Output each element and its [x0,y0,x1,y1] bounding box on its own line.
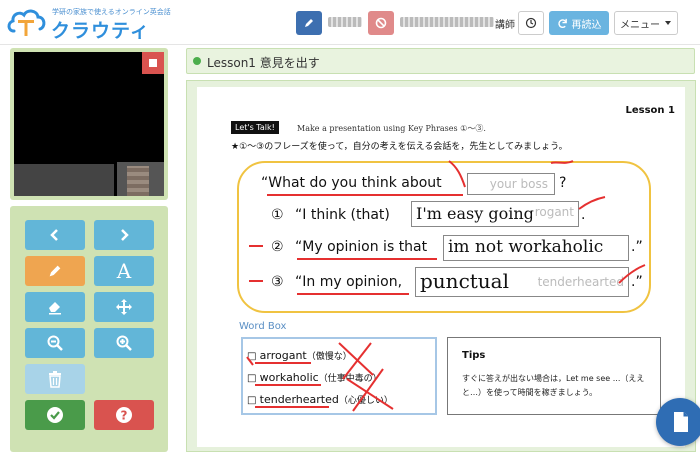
chevron-left-icon [50,229,58,241]
instruction-japanese: ★①〜③のフレーズを使って，自分の考えを伝える会話を，先生としてみましょう。 [231,142,568,152]
phrase-2-prefix: “My opinion is that [295,239,428,255]
teacher-name-blurred [400,17,494,27]
self-video-thumbnail [117,162,164,196]
clock-icon [525,17,537,29]
phrase-1-handwritten: I'm easy going [416,204,534,223]
red-mark [249,245,263,247]
zoom-out-button[interactable] [25,328,85,358]
trash-icon [49,371,61,388]
logo-name: クラウティ [51,20,150,42]
phrase-2-answer-box[interactable]: im not workaholic [443,235,629,261]
phrase-1-num: ① [271,207,284,223]
app-logo: 学研の家族で使えるオンライン英会話 クラウティ [6,5,206,42]
svg-text:?: ? [121,409,128,423]
reload-button[interactable]: 再読込 [549,11,609,35]
next-page-button[interactable] [94,220,154,250]
top-header: 学研の家族で使えるオンライン英会話 クラウティ 講師 再読込 メニュー [0,0,700,45]
phrase-2-suffix: .” [631,239,643,255]
video-panel [10,48,168,200]
lesson-number: Lesson 1 [625,105,676,116]
eraser-icon [49,302,61,315]
document-fab-button[interactable] [656,398,700,446]
cloud-logo-icon [7,9,46,36]
reload-label: 再読込 [571,19,602,31]
stop-video-button[interactable] [142,52,164,74]
video-lower-area [14,164,114,196]
pencil-icon [49,265,61,277]
caret-down-icon [665,21,671,25]
stop-icon [149,59,157,67]
move-icon [116,299,132,315]
refresh-icon [557,18,567,28]
red-mark [249,280,263,282]
phrase-2-num: ② [271,239,284,255]
red-underline [297,293,409,295]
menu-label: メニュー [620,19,660,31]
pen-tool-button[interactable] [25,256,85,286]
zoom-in-button[interactable] [94,328,154,358]
lesson-title: Lesson1 意見を出す [207,56,320,70]
word-box-label: Word Box [239,321,287,332]
text-tool-icon: A [116,259,132,283]
prev-page-button[interactable] [25,220,85,250]
status-dot [193,57,201,65]
red-check-stroke [578,196,606,210]
word-box: □ arrogant（傲慢な） □ workaholic（仕事中毒の） □ te… [241,337,437,415]
document-panel: Lesson 1 Let's Talk! Make a presentation… [186,80,696,452]
phrase-3-prefix: “In my opinion, [295,274,403,290]
question-icon: ? [116,407,132,423]
move-tool-button[interactable] [94,292,154,322]
pen-mode-button[interactable] [296,11,322,35]
question-prefix: “What do you think about [261,175,442,191]
check-icon [47,407,63,423]
tips-title: Tips [462,350,486,361]
zoom-out-icon [47,335,63,351]
tips-text: すぐに答えが出ない場合は，Let me see ...（ええと…）を使って時間を… [462,374,645,397]
red-underline [267,194,463,196]
tips-box: Tips すぐに答えが出ない場合は，Let me see ...（ええと…）を使… [447,337,661,415]
lesson-page[interactable]: Lesson 1 Let's Talk! Make a presentation… [197,87,685,447]
pixelated-face [127,166,149,196]
phrase-3-answer-box[interactable]: tenderhearted punctual [415,267,629,297]
phrase-2-handwritten: im not workaholic [448,237,604,257]
chevron-right-icon [121,229,129,241]
red-check-stroke [618,264,646,284]
instruction-english: Make a presentation using Key Phrases ①〜… [297,124,486,133]
pencil-icon [305,19,313,27]
phrase-3-placeholder: tenderhearted [537,275,624,289]
eraser-tool-button[interactable] [25,292,85,322]
teacher-video [14,52,164,196]
text-tool-button[interactable]: A [94,256,154,286]
student-name-blurred [328,17,362,27]
block-button[interactable] [368,11,394,35]
phrase-1-placeholder: rogant [534,205,574,219]
red-annotation-strokes [448,160,574,188]
help-button[interactable]: ? [94,400,154,430]
lesson-title-bar: Lesson1 意見を出す [186,48,695,74]
red-underline [297,258,437,260]
menu-button[interactable]: メニュー [614,11,678,35]
phrase-3-handwritten: punctual [420,269,510,293]
lets-talk-badge: Let's Talk! [231,121,279,134]
phrase-1-answer-box[interactable]: rogant I'm easy going [411,201,579,227]
timer-button[interactable] [518,11,544,35]
clear-all-button[interactable] [25,364,85,394]
complete-button[interactable] [25,400,85,430]
tools-panel: A ? [10,206,168,452]
ban-icon [375,17,387,29]
teacher-label: 講師 [495,20,515,31]
file-icon [674,412,688,432]
phrase-1-prefix: “I think (that) [295,207,390,223]
phrase-3-num: ③ [271,274,284,290]
red-cross-strokes [246,342,394,412]
zoom-in-icon [116,335,132,351]
